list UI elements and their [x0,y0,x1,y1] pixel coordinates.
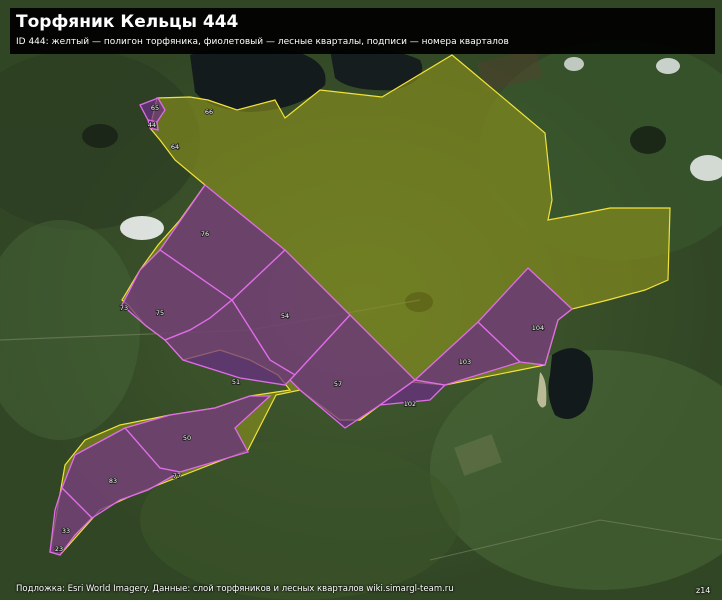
map-subtitle: ID 444: желтый — полигон торфяника, фиол… [16,37,509,47]
zoom-level-label: z14 [696,586,711,595]
quarter-label-51: 51 [232,378,240,386]
cloud-shape [564,57,584,71]
satellite-map-canvas[interactable]: 65 44 66 64 76 73 75 54 51 57 102 103 10… [0,0,722,600]
quarter-label-83: 83 [109,477,117,485]
quarter-label-54: 54 [281,312,289,320]
quarter-label-44: 44 [148,121,156,129]
quarter-label-66: 66 [205,108,213,116]
quarter-label-77: 77 [173,472,181,480]
quarter-label-103: 103 [459,358,471,366]
map-view[interactable]: 65 44 66 64 76 73 75 54 51 57 102 103 10… [0,0,722,600]
quarter-label-73: 73 [120,304,128,312]
map-title-box: Торфяник Кельцы 444 ID 444: желтый — пол… [10,8,715,54]
quarter-label-33: 33 [62,527,70,535]
quarter-label-65: 65 [151,104,159,112]
quarter-label-75: 75 [156,309,164,317]
quarter-label-102: 102 [404,400,416,408]
quarter-label-104: 104 [532,324,544,332]
cloud-shape [120,216,164,240]
quarter-label-76: 76 [201,230,209,238]
map-title: Торфяник Кельцы 444 [16,12,239,32]
cloud-shape [656,58,680,74]
quarter-label-23: 23 [55,545,63,553]
map-attribution: Подложка: Esri World Imagery. Данные: сл… [16,584,454,594]
quarter-label-50: 50 [183,434,191,442]
quarter-label-57: 57 [334,380,342,388]
quarter-label-64: 64 [171,143,179,151]
